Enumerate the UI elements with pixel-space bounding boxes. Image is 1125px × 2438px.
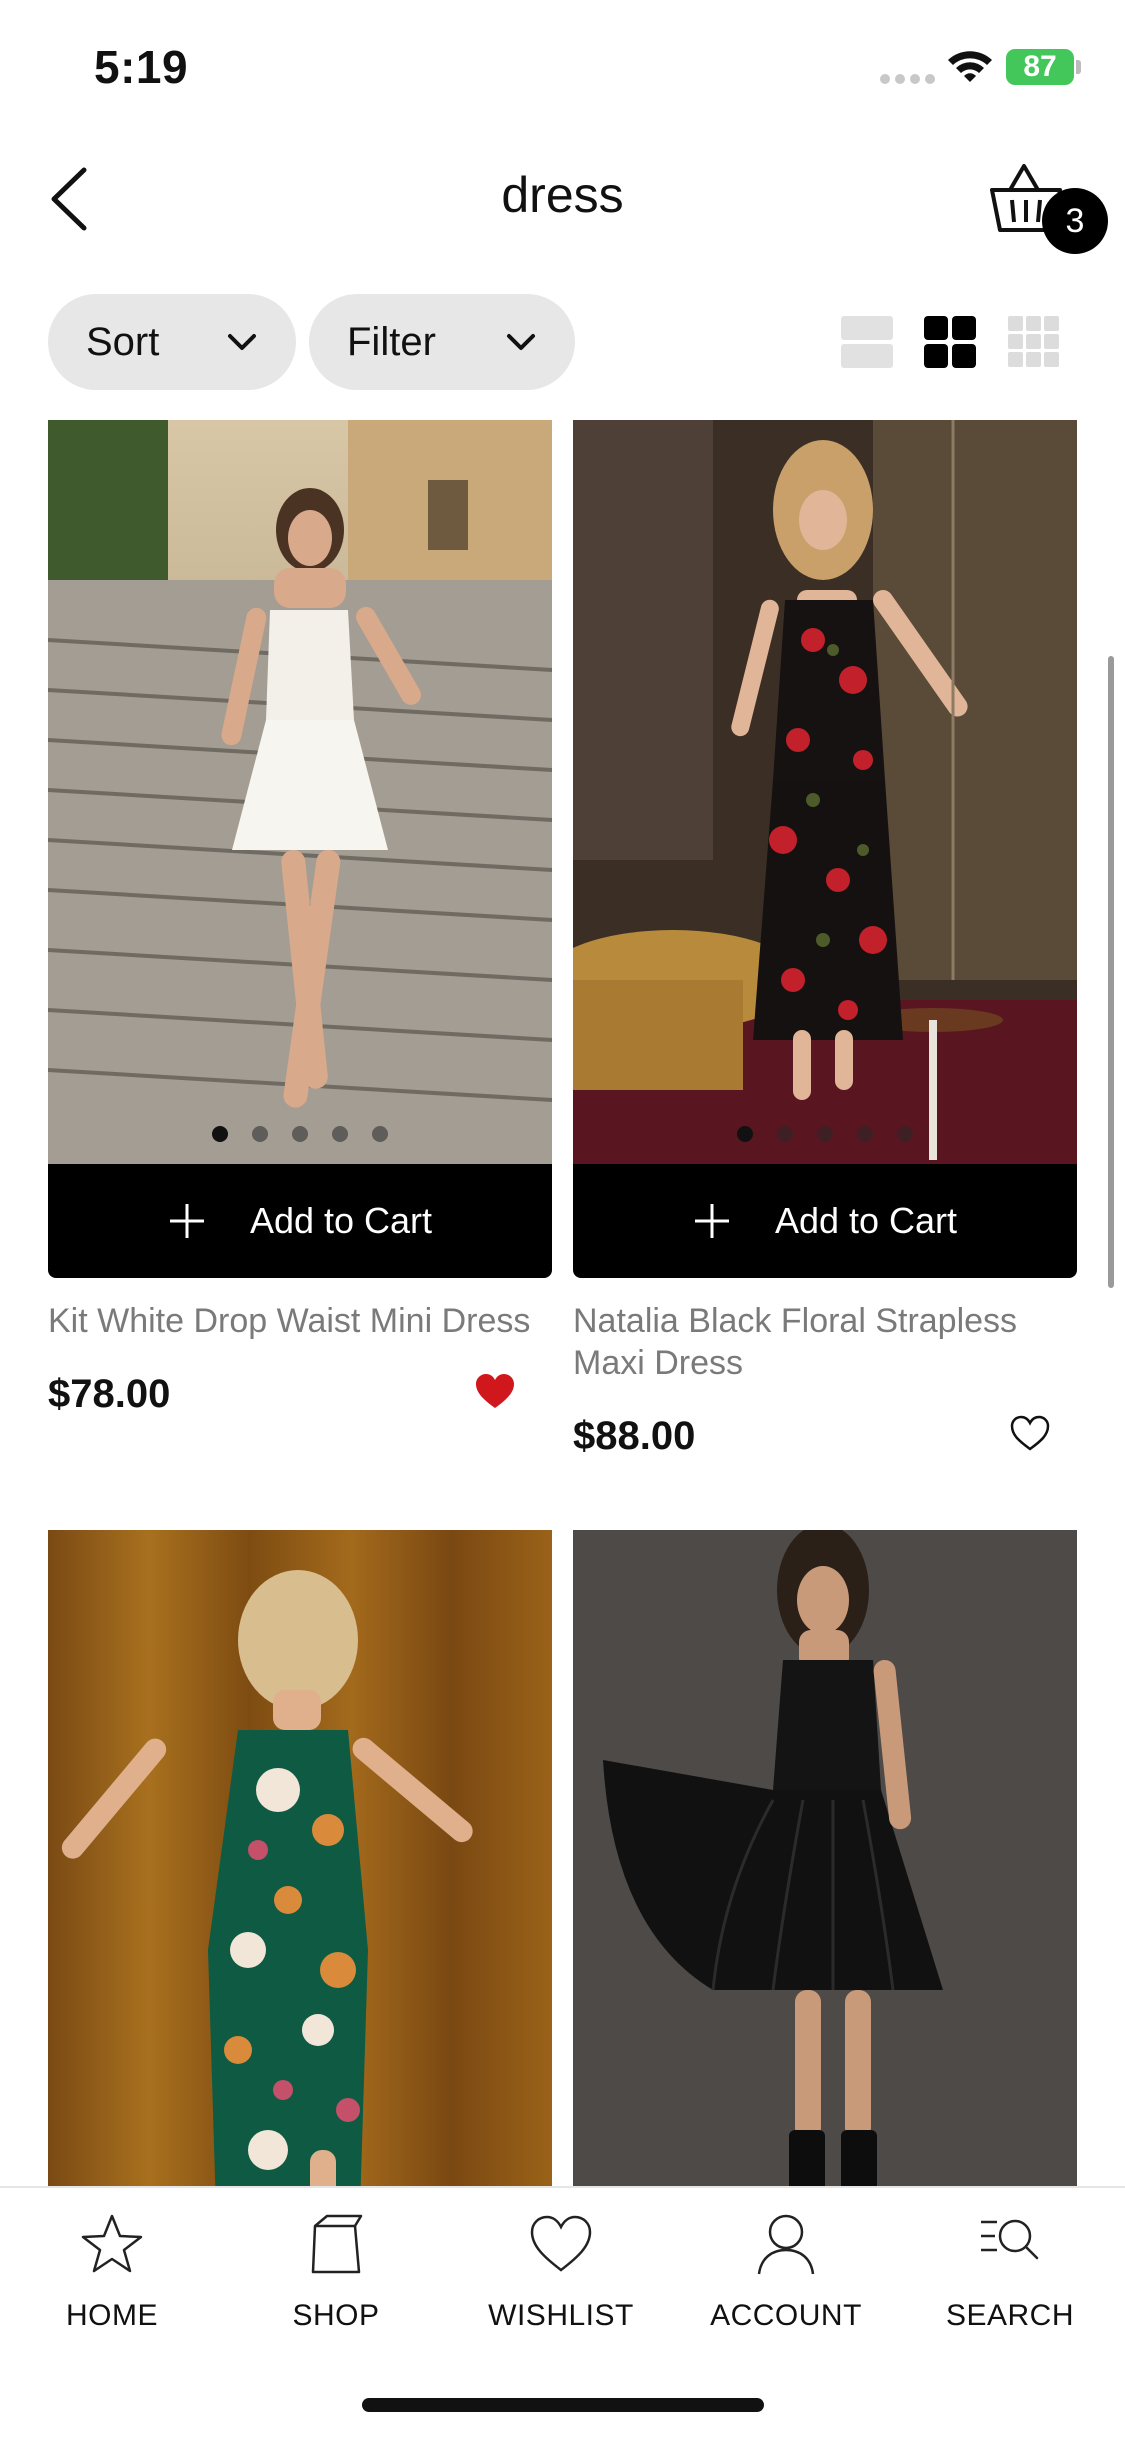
tab-shop-label: SHOP xyxy=(292,2299,380,2332)
product-photo-black-mini-dress xyxy=(573,1530,1077,2274)
sort-label: Sort xyxy=(86,319,160,364)
tab-search-label: SEARCH xyxy=(945,2299,1075,2332)
chevron-down-icon xyxy=(507,334,535,350)
product-price: $88.00 xyxy=(573,1414,696,1458)
wifi-icon xyxy=(948,51,992,82)
list-view-icon[interactable] xyxy=(841,316,893,368)
grid-view-icon[interactable] xyxy=(924,316,976,368)
compact-grid-view-icon[interactable] xyxy=(1008,316,1060,368)
cart-count-badge[interactable]: 3 xyxy=(1042,188,1108,254)
tab-search[interactable]: SEARCH xyxy=(930,2212,1090,2333)
page-title: dress xyxy=(501,167,624,223)
product-name[interactable]: Kit White Drop Waist Mini Dress xyxy=(48,1300,548,1342)
heart-filled-icon[interactable] xyxy=(474,1372,516,1410)
product-image[interactable] xyxy=(573,420,1077,1164)
battery-cap xyxy=(1076,60,1081,74)
tab-home[interactable]: HOME xyxy=(32,2212,192,2333)
tab-wishlist-label: WISHLIST xyxy=(488,2299,634,2332)
tab-shop[interactable]: SHOP xyxy=(256,2212,416,2333)
cellular-signal-icon xyxy=(880,74,936,84)
sort-button[interactable]: Sort xyxy=(48,294,296,390)
product-image[interactable] xyxy=(48,420,552,1164)
shopping-bag-icon xyxy=(311,2214,363,2274)
status-time: 5:19 xyxy=(94,41,189,93)
home-indicator[interactable] xyxy=(362,2398,764,2412)
product-photo-white-dress xyxy=(48,420,552,1164)
image-pagination-dots[interactable] xyxy=(48,1126,552,1142)
tab-account-label: ACCOUNT xyxy=(710,2299,862,2332)
heart-icon xyxy=(530,2215,592,2272)
tab-home-label: HOME xyxy=(66,2299,158,2332)
plus-icon xyxy=(169,1204,204,1238)
product-image[interactable] xyxy=(48,1530,552,2274)
product-image[interactable] xyxy=(573,1530,1077,2274)
product-photo-floral-maxi-dress xyxy=(573,420,1077,1164)
person-icon xyxy=(757,2214,815,2275)
filter-label: Filter xyxy=(347,319,436,364)
product-name[interactable]: Natalia Black Floral Strapless Maxi Dres… xyxy=(573,1300,1073,1384)
product-price: $78.00 xyxy=(48,1372,171,1416)
scrollbar[interactable] xyxy=(1108,656,1114,1288)
add-to-cart-button[interactable]: Add to Cart xyxy=(48,1164,552,1278)
add-to-cart-label: Add to Cart xyxy=(774,1200,958,1241)
search-list-icon xyxy=(981,2219,1039,2260)
product-photo-green-floral-dress xyxy=(48,1530,552,2274)
plus-icon xyxy=(694,1204,729,1238)
chevron-down-icon xyxy=(228,334,256,350)
add-to-cart-button[interactable]: Add to Cart xyxy=(573,1164,1077,1278)
filter-button[interactable]: Filter xyxy=(309,294,575,390)
star-icon xyxy=(81,2214,143,2273)
image-pagination-dots[interactable] xyxy=(573,1126,1077,1142)
add-to-cart-label: Add to Cart xyxy=(249,1200,433,1241)
heart-outline-icon[interactable] xyxy=(1009,1414,1051,1452)
battery-indicator: 87 xyxy=(1006,49,1074,85)
tab-account[interactable]: ACCOUNT xyxy=(706,2212,866,2333)
battery-level: 87 xyxy=(1023,50,1057,83)
tab-wishlist[interactable]: WISHLIST xyxy=(481,2212,641,2333)
